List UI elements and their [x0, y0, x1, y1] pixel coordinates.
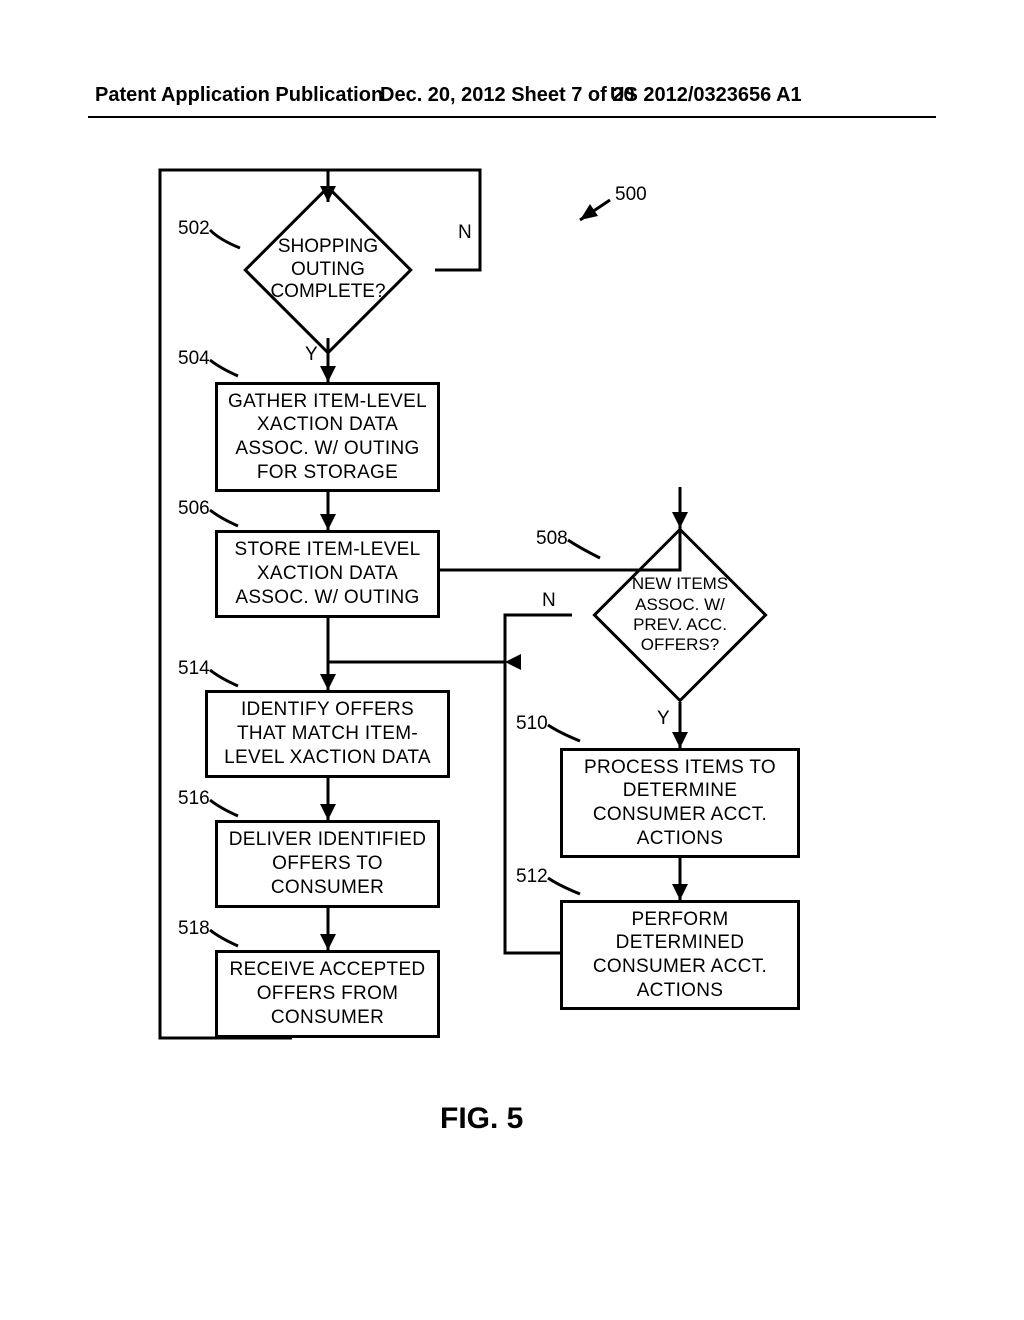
header-left: Patent Application Publication [95, 84, 383, 107]
process-512-text: PERFORMDETERMINEDCONSUMER ACCT.ACTIONS [593, 908, 767, 1003]
edge-502-N: N [458, 222, 472, 244]
flowchart-canvas: 500 SHOPPINGOUTINGCOMPLETE? 502 Y N GATH… [160, 170, 890, 1170]
header-right: US 2012/0323656 A1 [610, 84, 802, 107]
process-516-text: DELIVER IDENTIFIEDOFFERS TOCONSUMER [229, 828, 427, 899]
process-506: STORE ITEM-LEVELXACTION DATAASSOC. W/ OU… [215, 530, 440, 618]
ref-502: 502 [178, 218, 210, 240]
process-512: PERFORMDETERMINEDCONSUMER ACCT.ACTIONS [560, 900, 800, 1010]
process-514-text: IDENTIFY OFFERSTHAT MATCH ITEM-LEVEL XAC… [224, 698, 431, 769]
edge-508-N: N [542, 590, 556, 612]
process-518-text: RECEIVE ACCEPTEDOFFERS FROMCONSUMER [230, 958, 426, 1029]
ref-514: 514 [178, 658, 210, 680]
figure-caption: FIG. 5 [440, 1102, 523, 1136]
header-mid: Dec. 20, 2012 Sheet 7 of 20 [380, 84, 635, 107]
process-510-text: PROCESS ITEMS TODETERMINECONSUMER ACCT.A… [584, 756, 776, 851]
process-504-text: GATHER ITEM-LEVELXACTION DATAASSOC. W/ O… [228, 390, 427, 485]
header-rule [88, 116, 936, 118]
process-504: GATHER ITEM-LEVELXACTION DATAASSOC. W/ O… [215, 382, 440, 492]
ref-510: 510 [516, 713, 548, 735]
ref-506: 506 [178, 498, 210, 520]
ref-508: 508 [536, 528, 568, 550]
process-510: PROCESS ITEMS TODETERMINECONSUMER ACCT.A… [560, 748, 800, 858]
edge-508-Y: Y [657, 708, 670, 730]
figure-reference-500: 500 [615, 184, 647, 206]
ref-518: 518 [178, 918, 210, 940]
process-506-text: STORE ITEM-LEVELXACTION DATAASSOC. W/ OU… [234, 538, 420, 609]
ref-512: 512 [516, 866, 548, 888]
process-516: DELIVER IDENTIFIEDOFFERS TOCONSUMER [215, 820, 440, 908]
edge-502-Y: Y [305, 344, 318, 366]
process-518: RECEIVE ACCEPTEDOFFERS FROMCONSUMER [215, 950, 440, 1038]
ref-516: 516 [178, 788, 210, 810]
process-514: IDENTIFY OFFERSTHAT MATCH ITEM-LEVEL XAC… [205, 690, 450, 778]
decision-502-text: SHOPPINGOUTINGCOMPLETE? [271, 213, 385, 327]
decision-508-text: NEW ITEMSASSOC. W/PREV. ACC.OFFERS? [621, 556, 739, 674]
ref-504: 504 [178, 348, 210, 370]
